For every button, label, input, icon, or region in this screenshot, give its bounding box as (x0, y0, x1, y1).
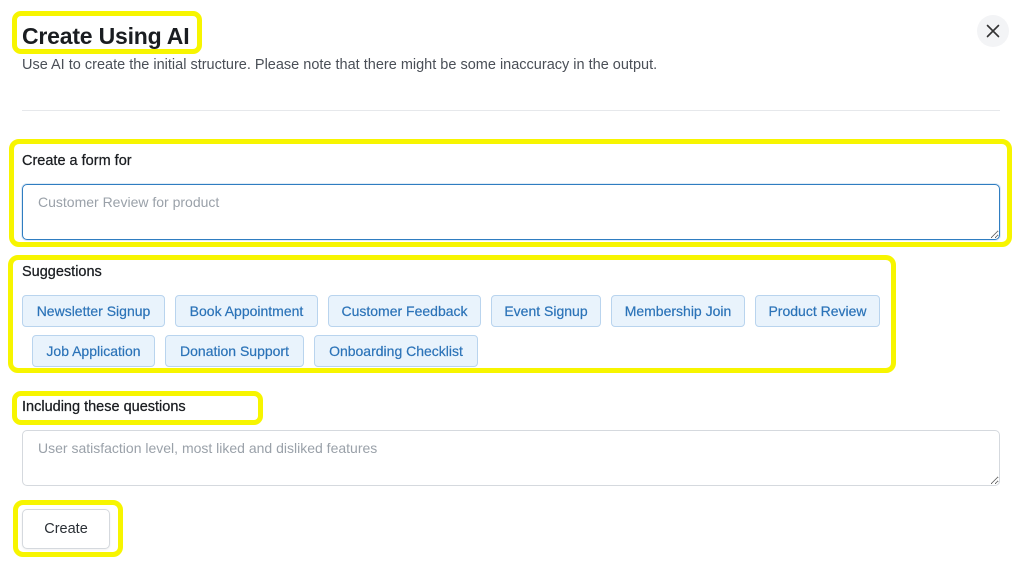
suggestion-chip-product-review[interactable]: Product Review (755, 295, 880, 327)
suggestions-label: Suggestions (22, 264, 102, 280)
suggestion-chip-donation-support[interactable]: Donation Support (165, 335, 304, 367)
form-for-label: Create a form for (22, 153, 132, 169)
close-icon (986, 24, 1000, 38)
suggestion-chip-customer-feedback[interactable]: Customer Feedback (328, 295, 481, 327)
dialog-subtitle: Use AI to create the initial structure. … (22, 57, 658, 73)
create-button[interactable]: Create (22, 509, 110, 549)
suggestion-chip-newsletter-signup[interactable]: Newsletter Signup (22, 295, 165, 327)
suggestion-chip-book-appointment[interactable]: Book Appointment (175, 295, 318, 327)
suggestion-chip-onboarding-checklist[interactable]: Onboarding Checklist (314, 335, 478, 367)
header-divider (22, 110, 1000, 111)
questions-label: Including these questions (22, 399, 186, 415)
suggestion-chip-membership-join[interactable]: Membership Join (611, 295, 745, 327)
close-button[interactable] (977, 15, 1009, 47)
create-using-ai-dialog: Create Using AI Use AI to create the ini… (0, 0, 1024, 565)
suggestion-chip-event-signup[interactable]: Event Signup (491, 295, 601, 327)
suggestion-chip-job-application[interactable]: Job Application (32, 335, 155, 367)
form-for-input[interactable] (22, 184, 1000, 240)
dialog-title: Create Using AI (22, 23, 190, 49)
questions-input[interactable] (22, 430, 1000, 486)
